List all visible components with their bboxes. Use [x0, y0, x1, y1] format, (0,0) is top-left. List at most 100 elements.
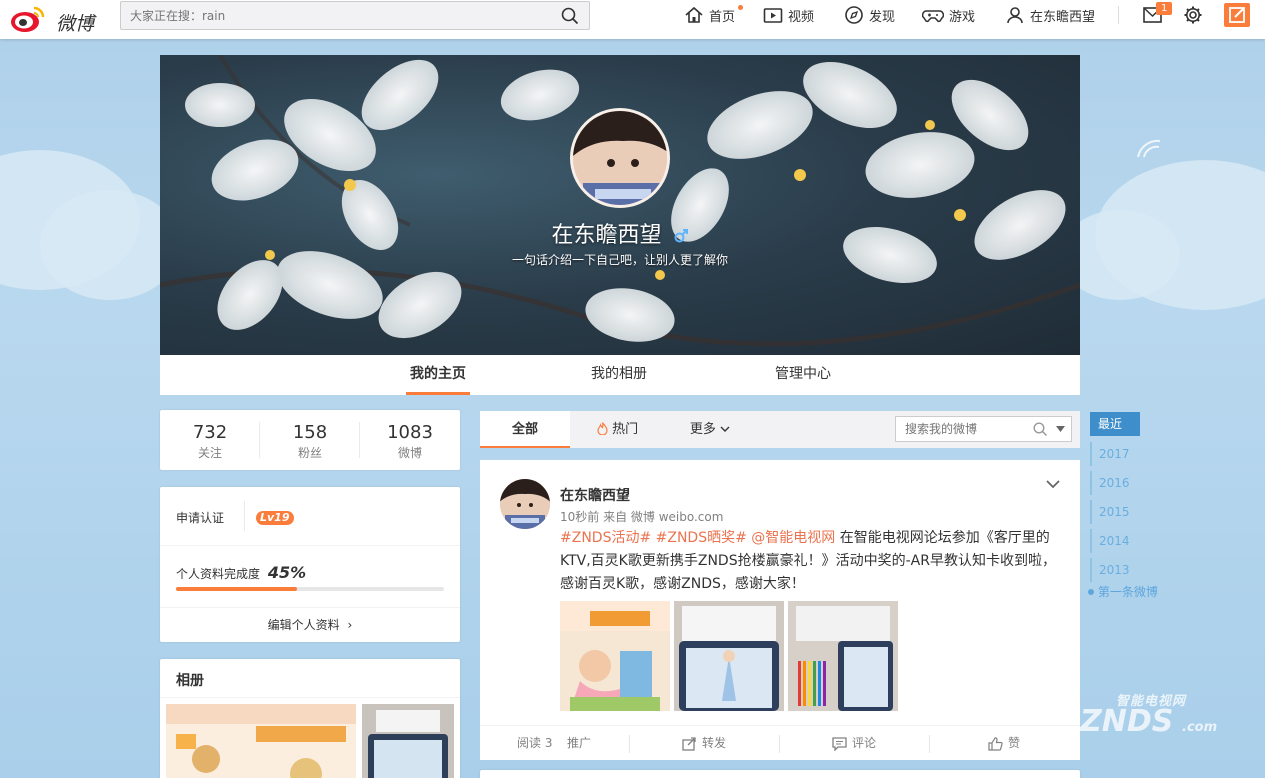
promote-button[interactable]: 推广: [567, 726, 591, 761]
comment-button[interactable]: 评论: [832, 726, 876, 761]
post-image[interactable]: [674, 601, 784, 711]
divider: [929, 735, 930, 753]
completion-label: 个人资料完成度: [176, 567, 261, 581]
like-label: 赞: [1008, 736, 1021, 750]
feed-tab-all[interactable]: 全部: [480, 411, 570, 448]
feed-bar-fill: [755, 411, 1080, 448]
nav-video-label: 视频: [788, 9, 815, 25]
post-image[interactable]: [788, 601, 898, 711]
next-post: [480, 770, 1080, 778]
avatar-image: [500, 479, 550, 529]
album-photo-image: [362, 704, 454, 778]
profile-avatar[interactable]: [570, 108, 670, 208]
timeline-recent[interactable]: 最近: [1090, 412, 1140, 436]
divider: [244, 501, 245, 531]
post-author[interactable]: 在东瞻西望: [560, 485, 630, 505]
male-icon: [674, 229, 688, 243]
new-dot: [738, 5, 743, 10]
nav-profile-label: 在东瞻西望: [1030, 9, 1096, 25]
repost-button[interactable]: 转发: [682, 726, 726, 761]
promote-label: 推广: [567, 736, 592, 750]
nav-games[interactable]: 游戏: [922, 0, 975, 30]
divider: [629, 735, 630, 753]
nav-discover-label: 发现: [869, 9, 896, 25]
stat-followers-label: 粉丝: [297, 446, 322, 460]
compass-icon: [845, 6, 863, 24]
compose-button[interactable]: [1224, 3, 1250, 27]
post-image[interactable]: [560, 601, 670, 711]
chevron-down-icon[interactable]: [1045, 478, 1061, 490]
stat-followers[interactable]: 158 粉丝: [260, 422, 360, 461]
divider: [160, 545, 460, 546]
weibo-post: 在东瞻西望 10秒前 来自 微博 weibo.com #ZNDS活动# #ZND…: [480, 460, 1080, 760]
search-input[interactable]: [121, 2, 541, 29]
album-title: 相册: [176, 673, 204, 689]
nav-home-label: 首页: [709, 9, 736, 25]
level-text: Lv19: [256, 511, 294, 525]
verify-link[interactable]: 申请认证: [176, 509, 224, 526]
stat-weibo-label: 微博: [397, 446, 422, 460]
post-avatar[interactable]: [500, 479, 550, 529]
nav-video[interactable]: 视频: [763, 0, 814, 30]
user-icon: [1007, 7, 1023, 24]
account-card: 申请认证 Lv19 个人资料完成度 45% 编辑个人资料 ›: [160, 487, 460, 642]
gear-icon[interactable]: [1183, 5, 1203, 25]
nav-divider: [1118, 6, 1119, 24]
like-button[interactable]: 赞: [988, 726, 1020, 761]
message-badge: 1: [1156, 2, 1173, 15]
tab-my-album[interactable]: 我的相册: [591, 355, 647, 395]
logo-text: 微博: [56, 13, 95, 35]
completion-row: 个人资料完成度 45%: [176, 563, 306, 582]
stat-weibo[interactable]: 1083 微博: [360, 422, 460, 461]
thumbs-up-icon: [988, 736, 1003, 751]
chevron-down-icon: [720, 422, 730, 437]
edit-profile-label: 编辑个人资料: [267, 618, 340, 632]
timeline-year-2016[interactable]: 2016: [1090, 471, 1140, 495]
feed-tab-more[interactable]: 更多: [665, 411, 755, 448]
chevron-right-icon: ›: [347, 618, 353, 632]
profile-bio: 一句话介绍一下自己吧，让别人更了解你: [511, 253, 728, 267]
post-meta: 10秒前 来自 微博 weibo.com: [560, 510, 724, 524]
tab-manage-center[interactable]: 管理中心: [775, 355, 831, 395]
repost-icon: [682, 736, 696, 751]
album-photo[interactable]: [166, 704, 356, 778]
stat-weibo-value: 1083: [387, 422, 433, 443]
search-icon[interactable]: [1033, 422, 1048, 437]
divider: [779, 735, 780, 753]
search-icon[interactable]: [561, 7, 579, 25]
profile-cover: 在东瞻西望 一句话介绍一下自己吧，让别人更了解你: [160, 55, 1080, 355]
timeline-year-2014[interactable]: 2014: [1090, 529, 1140, 553]
timeline-year-2015[interactable]: 2015: [1090, 500, 1140, 524]
post-image-content: [674, 601, 784, 711]
weibo-eye-icon: [11, 6, 45, 32]
divider: [160, 697, 460, 698]
post-reads-text: 阅读 3: [517, 736, 553, 750]
nav-profile[interactable]: 在东瞻西望: [1005, 0, 1095, 30]
nav-discover[interactable]: 发现: [844, 0, 895, 30]
album-photo-image: [166, 704, 356, 778]
stat-following-value: 732: [192, 422, 228, 443]
level-badge[interactable]: Lv19: [256, 510, 294, 525]
post-tags[interactable]: #ZNDS活动# #ZNDS晒奖# @智能电视网: [560, 530, 835, 546]
album-photo[interactable]: [362, 704, 454, 778]
nav-home[interactable]: 首页: [684, 0, 735, 30]
timeline-first-post[interactable]: 第一条微博: [1088, 583, 1158, 600]
weibo-logo[interactable]: 微博: [10, 4, 95, 35]
post-image-content: [560, 601, 670, 711]
watermark-en: ZNDS: [1080, 704, 1174, 739]
stat-following-label: 关注: [197, 446, 222, 460]
post-image-content: [788, 601, 898, 711]
stat-following[interactable]: 732 关注: [160, 422, 260, 461]
nav-games-label: 游戏: [949, 9, 976, 25]
edit-profile-link[interactable]: 编辑个人资料 ›: [160, 616, 460, 633]
feed-search-input[interactable]: [896, 417, 1026, 441]
timeline-year-2017[interactable]: 2017: [1090, 442, 1140, 466]
tab-my-home[interactable]: 我的主页: [406, 355, 470, 395]
feed-tab-hot-label: 热门: [612, 422, 639, 437]
feed-tab-hot[interactable]: 热门: [570, 411, 665, 448]
feed-search: [895, 416, 1072, 442]
timeline-year-2013[interactable]: 2013: [1090, 558, 1140, 582]
profile-name: 在东瞻西望: [160, 217, 1080, 249]
caret-down-icon[interactable]: [1056, 426, 1065, 432]
stats-card: 732 关注 158 粉丝 1083 微博: [160, 410, 460, 470]
